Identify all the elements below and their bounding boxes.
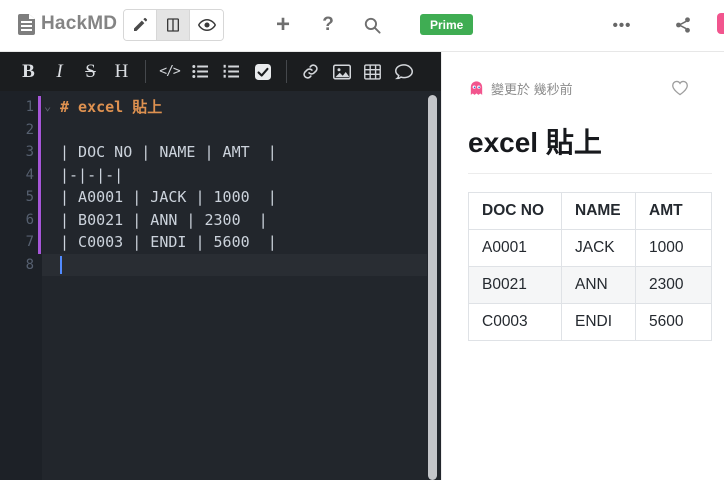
ellipsis-icon: ••• xyxy=(612,16,632,34)
table-cell: 1000 xyxy=(635,229,712,267)
eye-icon xyxy=(197,18,216,32)
code-block-button[interactable]: </> xyxy=(157,58,182,86)
table-cell: ANN xyxy=(561,266,636,304)
editor-scrollbar[interactable] xyxy=(428,95,437,480)
line-number: 4 xyxy=(25,166,34,183)
italic-button[interactable]: I xyxy=(47,58,72,86)
preview-table: DOC NO NAME AMT A0001 JACK 1000 B0021 ANN 2300 C… xyxy=(468,192,712,341)
split-mode-button[interactable] xyxy=(157,10,190,40)
table-button[interactable] xyxy=(360,58,385,86)
image-button[interactable] xyxy=(329,58,354,86)
new-note-button[interactable]: + xyxy=(268,10,298,40)
checkbox-icon xyxy=(254,63,271,80)
table-header-cell: NAME xyxy=(561,192,636,230)
bold-button[interactable]: B xyxy=(16,58,41,86)
code-line[interactable]: # excel 貼上 xyxy=(42,96,427,119)
table-cell: A0001 xyxy=(468,229,562,267)
columns-icon xyxy=(165,17,181,33)
strikethrough-button[interactable]: S xyxy=(78,58,103,86)
bullet-list-button[interactable] xyxy=(188,58,213,86)
link-icon xyxy=(302,63,319,80)
format-toolbar: B I S H </> xyxy=(0,52,441,91)
prime-badge[interactable]: Prime xyxy=(420,14,474,35)
line-number: 5 xyxy=(25,189,34,205)
view-mode-button[interactable] xyxy=(190,10,223,40)
table-cell: ENDI xyxy=(561,303,636,341)
toolbar-divider xyxy=(286,60,287,83)
table-row: C0003 ENDI 5600 xyxy=(468,303,712,341)
line-number: 8 xyxy=(25,256,34,273)
last-changed-text: 變更於 幾秒前 xyxy=(491,81,573,97)
code-line[interactable] xyxy=(42,254,427,277)
heading-button[interactable]: H xyxy=(109,58,134,86)
top-header: HackMD + ? Prime ••• xyxy=(0,0,724,52)
hackmd-document-icon xyxy=(18,13,35,35)
numbered-list-icon xyxy=(223,64,240,79)
preview-pane: 變更於 幾秒前 excel 貼上 DOC NO NAME AMT A0001 JACK… xyxy=(441,52,724,480)
bullet-list-icon xyxy=(192,64,209,79)
preview-table-head-row: DOC NO NAME AMT xyxy=(468,192,712,230)
code-line[interactable]: | DOC NO | NAME | AMT | xyxy=(42,141,427,164)
code-line[interactable]: | A0001 | JACK | 1000 | xyxy=(42,186,427,209)
code-line[interactable]: | B0021 | ANN | 2300 | xyxy=(42,209,427,232)
table-icon xyxy=(364,63,381,80)
comment-icon xyxy=(394,63,413,80)
line-number: 6 xyxy=(25,211,34,228)
help-button[interactable]: ? xyxy=(313,10,343,40)
table-row: B0021 ANN 2300 xyxy=(468,266,712,304)
code-icon: </> xyxy=(159,64,181,79)
note-meta-row: 變更於 幾秒前 xyxy=(468,79,712,97)
numbered-list-button[interactable] xyxy=(219,58,244,86)
user-avatar[interactable] xyxy=(717,13,724,34)
note-title: excel 貼上 xyxy=(468,121,712,174)
code-editor[interactable]: 12345678 ⌄ # excel 貼上 | DOC NO | NAME | A… xyxy=(0,91,441,480)
table-cell: B0021 xyxy=(468,266,562,304)
link-button[interactable] xyxy=(298,58,323,86)
hackmd-app: HackMD + ? Prime ••• B I S H </> 1 2 3 4… xyxy=(0,0,724,480)
image-icon xyxy=(332,64,351,80)
preview-table-body: A0001 JACK 1000 B0021 ANN 2300 C0003 ENDI 5600 xyxy=(468,229,712,341)
table-cell: JACK xyxy=(561,229,636,267)
table-cell: C0003 xyxy=(468,303,562,341)
view-mode-group xyxy=(123,9,224,41)
hackmd-logo[interactable]: HackMD xyxy=(18,13,117,35)
search-button[interactable] xyxy=(357,10,387,40)
line-number: 2 xyxy=(25,121,34,138)
text-cursor xyxy=(60,256,62,274)
code-line[interactable] xyxy=(42,119,427,142)
search-icon xyxy=(363,16,382,35)
brand-text: HackMD xyxy=(41,13,118,34)
table-cell: 5600 xyxy=(635,303,712,341)
table-cell: 2300 xyxy=(635,266,712,304)
change-indicator-bar xyxy=(38,96,41,254)
line-number: 7 xyxy=(25,234,34,250)
table-header-cell: DOC NO xyxy=(468,192,562,230)
line-number: 1 xyxy=(25,99,34,115)
toolbar-divider xyxy=(145,60,146,83)
pencil-icon xyxy=(132,17,148,33)
comment-button[interactable] xyxy=(391,58,416,86)
editor-gutter-numbers: 1 2 3 4 5 6 7 8 xyxy=(0,96,34,276)
line-number: 3 xyxy=(25,144,34,160)
edit-mode-button[interactable] xyxy=(124,10,157,40)
table-row: A0001 JACK 1000 xyxy=(468,229,712,267)
heart-icon xyxy=(671,80,689,96)
favorite-button[interactable] xyxy=(671,80,689,96)
more-options-button[interactable]: ••• xyxy=(607,10,637,40)
preview-content: 變更於 幾秒前 excel 貼上 DOC NO NAME AMT A0001 JACK… xyxy=(442,52,724,341)
editor-code-lines: # excel 貼上 | DOC NO | NAME | AMT | |-|-|-|… xyxy=(42,96,427,276)
code-line[interactable]: |-|-|-| xyxy=(42,164,427,187)
editor-pane: B I S H </> 1 2 3 4 5 6 7 8 ⌄ # excel 貼上… xyxy=(0,52,441,480)
share-icon xyxy=(674,16,692,34)
code-line[interactable]: | C0003 | ENDI | 5600 | xyxy=(42,231,427,254)
author-ghost-avatar[interactable] xyxy=(468,80,485,97)
table-header-cell: AMT xyxy=(635,192,712,230)
checklist-button[interactable] xyxy=(250,58,275,86)
share-button[interactable] xyxy=(668,10,698,40)
